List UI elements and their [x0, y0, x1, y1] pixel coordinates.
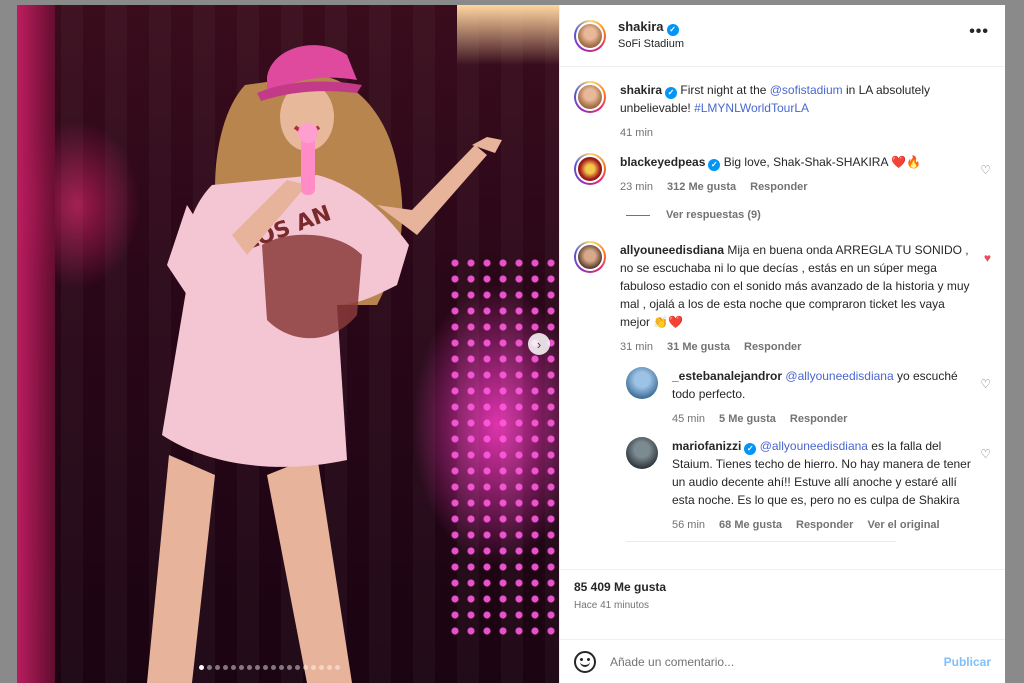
- emoji-icon[interactable]: [574, 650, 596, 673]
- reply-time[interactable]: 45 min: [672, 413, 705, 425]
- comment-item: allyouneedisdiana Mija en buena onda ARR…: [574, 241, 991, 353]
- post-details: shakira ✓ SoFi Stadium ••• shakira ✓ First…: [559, 5, 1005, 683]
- carousel-dot: [255, 665, 260, 670]
- heart-outline-icon[interactable]: ♡: [980, 377, 991, 391]
- caption-time[interactable]: 41 min: [620, 127, 653, 139]
- reply-mention-link[interactable]: @allyouneedisdiana: [760, 439, 868, 453]
- carousel-indicator: [199, 665, 340, 670]
- carousel-dot: [231, 665, 236, 670]
- comment-avatar[interactable]: [574, 241, 606, 273]
- reply-username[interactable]: mariofanizzi: [672, 439, 741, 453]
- likes-count[interactable]: 85 409 Me gusta: [574, 580, 991, 594]
- comment-item: blackeyedpeas ✓ Big love, Shak-Shak-SHAKI…: [574, 153, 991, 193]
- comment-input[interactable]: [610, 654, 944, 669]
- singer-illustration: LOS AN: [147, 45, 502, 683]
- heart-outline-icon[interactable]: ♡: [980, 447, 991, 461]
- carousel-dot: [207, 665, 212, 670]
- carousel-dot: [319, 665, 324, 670]
- verified-badge-icon: ✓: [708, 159, 721, 171]
- view-replies-label: Ver respuestas (9): [666, 209, 761, 221]
- publish-button[interactable]: Publicar: [944, 655, 991, 669]
- reply-avatar[interactable]: [626, 367, 658, 399]
- chevron-right-icon: ›: [536, 336, 542, 352]
- see-original-button[interactable]: Ver el original: [867, 519, 939, 531]
- carousel-next-button[interactable]: ›: [528, 333, 550, 355]
- heart-outline-icon[interactable]: ♡: [980, 163, 991, 177]
- post-location[interactable]: SoFi Stadium: [618, 36, 684, 52]
- carousel-dot: [215, 665, 220, 670]
- reply-mention-link[interactable]: @allyouneedisdiana: [785, 369, 893, 383]
- post-photo[interactable]: LOS AN ›: [17, 5, 559, 683]
- divider-line: [626, 214, 650, 216]
- reply-avatar[interactable]: [626, 437, 658, 469]
- comment-likes[interactable]: 312 Me gusta: [667, 181, 736, 193]
- comment-text: Big love, Shak-Shak-SHAKIRA ❤️🔥: [723, 155, 922, 169]
- carousel-dot: [287, 665, 292, 670]
- author-avatar[interactable]: [574, 19, 606, 52]
- comment-username[interactable]: allyouneedisdiana: [620, 243, 724, 257]
- reply-username[interactable]: _estebanalejandror: [672, 369, 782, 383]
- reply-item: _estebanalejandror @allyouneedisdiana yo…: [626, 367, 991, 425]
- view-replies-button[interactable]: Ver respuestas (9): [626, 209, 991, 221]
- caption-avatar[interactable]: [574, 81, 606, 113]
- comment-time[interactable]: 31 min: [620, 341, 653, 353]
- verified-badge-icon: ✓: [666, 24, 679, 36]
- carousel-dot: [271, 665, 276, 670]
- caption-text-start: First night at the: [680, 83, 770, 97]
- more-horizontal-icon[interactable]: •••: [969, 23, 989, 41]
- comment-composer: Publicar: [560, 639, 1005, 683]
- post-caption: shakira ✓ First night at the @sofistadium…: [574, 81, 991, 139]
- post-header: shakira ✓ SoFi Stadium •••: [560, 5, 1005, 67]
- reply-button[interactable]: Responder: [750, 181, 807, 193]
- caption-hashtag-link[interactable]: #LMYNLWorldTourLA: [694, 101, 809, 115]
- reply-button[interactable]: Responder: [790, 413, 847, 425]
- carousel-dot: [247, 665, 252, 670]
- reply-button[interactable]: Responder: [796, 519, 853, 531]
- carousel-dot: [303, 665, 308, 670]
- verified-badge-icon: ✓: [665, 87, 678, 99]
- comments-list[interactable]: shakira ✓ First night at the @sofistadium…: [560, 67, 1005, 569]
- carousel-dot: [327, 665, 332, 670]
- verified-badge-icon: ✓: [744, 443, 757, 455]
- comment-avatar[interactable]: [574, 153, 606, 185]
- reply-likes[interactable]: 5 Me gusta: [719, 413, 776, 425]
- carousel-dot: [223, 665, 228, 670]
- carousel-dot: [279, 665, 284, 670]
- carousel-dot: [295, 665, 300, 670]
- reply-item: mariofanizzi ✓ @allyouneedisdiana es la f…: [626, 437, 991, 531]
- comment-likes[interactable]: 31 Me gusta: [667, 341, 730, 353]
- heart-filled-icon[interactable]: ♥: [984, 251, 991, 265]
- carousel-dot: [335, 665, 340, 670]
- post-stats: 85 409 Me gusta Hace 41 minutos: [560, 569, 1005, 639]
- caption-mention-link[interactable]: @sofistadium: [770, 83, 843, 97]
- reply-button[interactable]: Responder: [744, 341, 801, 353]
- reply-likes[interactable]: 68 Me gusta: [719, 519, 782, 531]
- carousel-dot: [263, 665, 268, 670]
- caption-username[interactable]: shakira: [620, 83, 662, 97]
- carousel-dot: [239, 665, 244, 670]
- carousel-dot: [311, 665, 316, 670]
- truncated-comment: [626, 541, 896, 551]
- author-username[interactable]: shakira: [618, 19, 664, 34]
- post-modal: LOS AN › shakira ✓ SoFi Stadium ••• shak…: [17, 5, 1005, 683]
- post-timestamp[interactable]: Hace 41 minutos: [574, 600, 991, 611]
- carousel-dot: [199, 665, 204, 670]
- reply-time[interactable]: 56 min: [672, 519, 705, 531]
- comment-username[interactable]: blackeyedpeas: [620, 155, 705, 169]
- comment-time[interactable]: 23 min: [620, 181, 653, 193]
